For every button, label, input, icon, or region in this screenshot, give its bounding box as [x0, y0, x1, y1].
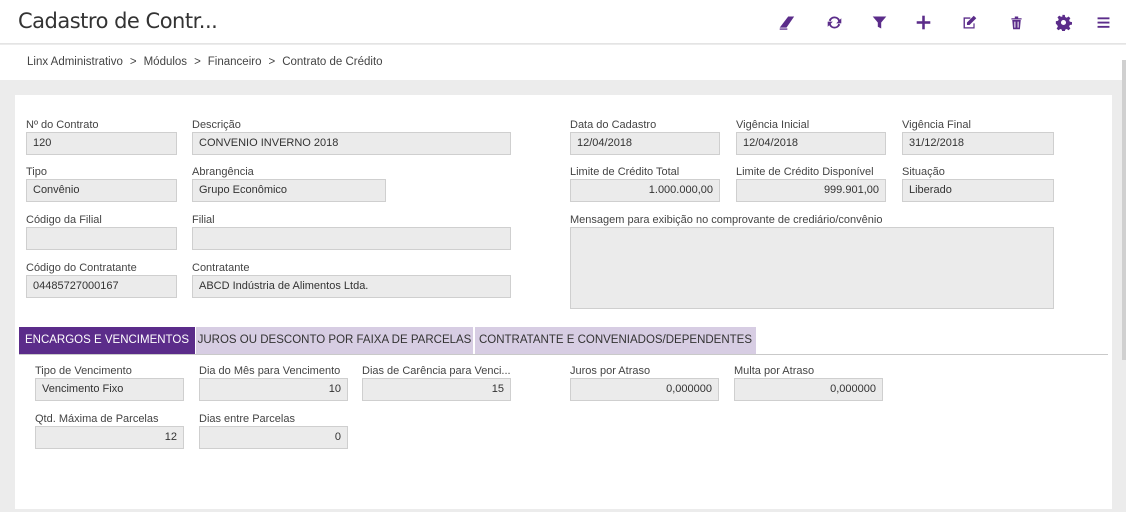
- contratante-label: Contratante: [192, 262, 250, 274]
- menu-icon[interactable]: [1088, 8, 1118, 36]
- codigo-filial-field: Código da Filial: [26, 214, 177, 250]
- tipo-vencimento-label: Tipo de Vencimento: [35, 365, 132, 377]
- filial-label: Filial: [192, 214, 215, 226]
- dias-carencia-label: Dias de Carência para Venci...: [362, 365, 511, 377]
- descricao-label: Descrição: [192, 119, 241, 131]
- breadcrumb-item-financeiro[interactable]: Financeiro: [208, 56, 262, 68]
- trash-icon[interactable]: [1001, 8, 1031, 36]
- codigo-filial-label: Código da Filial: [26, 214, 102, 226]
- codigo-contratante-label: Código do Contratante: [26, 262, 137, 274]
- tab-contratante-conveniados[interactable]: CONTRATANTE E CONVENIADOS/DEPENDENTES: [475, 327, 756, 354]
- vigencia-final-input[interactable]: 31/12/2018: [902, 132, 1054, 155]
- numero-contrato-field: Nº do Contrato 120: [26, 119, 177, 155]
- vigencia-inicial-field: Vigência Inicial 12/04/2018: [736, 119, 886, 155]
- filter-icon[interactable]: [864, 8, 894, 36]
- mensagem-field: Mensagem para exibição no comprovante de…: [570, 214, 1054, 309]
- limite-total-label: Limite de Crédito Total: [570, 166, 680, 178]
- limite-disponivel-field: Limite de Crédito Disponível 999.901,00: [736, 166, 886, 202]
- juros-atraso-input[interactable]: 0,000000: [570, 378, 719, 401]
- dias-carencia-field: Dias de Carência para Venci... 15: [362, 365, 511, 401]
- abrangencia-input[interactable]: Grupo Econômico: [192, 179, 386, 202]
- top-bar: Cadastro de Contr...: [0, 0, 1126, 44]
- filial-field: Filial: [192, 214, 511, 250]
- qtd-max-parcelas-input[interactable]: 12: [35, 426, 184, 449]
- dia-mes-input[interactable]: 10: [199, 378, 348, 401]
- filial-input[interactable]: [192, 227, 511, 250]
- edit-icon[interactable]: [954, 8, 984, 36]
- plus-icon[interactable]: [908, 8, 938, 36]
- dias-entre-parcelas-input[interactable]: 0: [199, 426, 348, 449]
- dias-entre-parcelas-label: Dias entre Parcelas: [199, 413, 295, 425]
- juros-atraso-label: Juros por Atraso: [570, 365, 651, 377]
- qtd-max-parcelas-field: Qtd. Máxima de Parcelas 12: [35, 413, 184, 449]
- vigencia-final-field: Vigência Final 31/12/2018: [902, 119, 1054, 155]
- codigo-contratante-field: Código do Contratante 04485727000167: [26, 262, 177, 298]
- abrangencia-field: Abrangência Grupo Econômico: [192, 166, 386, 202]
- breadcrumb-separator: >: [194, 56, 201, 68]
- mensagem-textarea[interactable]: [570, 227, 1054, 309]
- numero-contrato-label: Nº do Contrato: [26, 119, 99, 131]
- dias-entre-parcelas-field: Dias entre Parcelas 0: [199, 413, 348, 449]
- situacao-input[interactable]: Liberado: [902, 179, 1054, 202]
- abrangencia-label: Abrangência: [192, 166, 254, 178]
- breadcrumb: Linx Administrativo > Módulos > Financeiro > C…: [0, 45, 1126, 80]
- page-title: Cadastro de Contr...: [18, 9, 218, 33]
- dias-carencia-input[interactable]: 15: [362, 378, 511, 401]
- codigo-filial-input[interactable]: [26, 227, 177, 250]
- limite-total-input[interactable]: 1.000.000,00: [570, 179, 720, 202]
- juros-atraso-field: Juros por Atraso 0,000000: [570, 365, 719, 401]
- dia-mes-label: Dia do Mês para Vencimento: [199, 365, 341, 377]
- vigencia-inicial-label: Vigência Inicial: [736, 119, 810, 131]
- descricao-input[interactable]: CONVENIO INVERNO 2018: [192, 132, 511, 155]
- tab-juros-desconto[interactable]: JUROS OU DESCONTO POR FAIXA DE PARCELAS: [196, 327, 473, 354]
- limite-disponivel-label: Limite de Crédito Disponível: [736, 166, 874, 178]
- qtd-max-parcelas-label: Qtd. Máxima de Parcelas: [35, 413, 159, 425]
- data-cadastro-field: Data do Cadastro 12/04/2018: [570, 119, 720, 155]
- vigencia-inicial-input[interactable]: 12/04/2018: [736, 132, 886, 155]
- tipo-input[interactable]: Convênio: [26, 179, 177, 202]
- refresh-icon[interactable]: [819, 8, 849, 36]
- eraser-icon[interactable]: [771, 8, 801, 36]
- tipo-vencimento-field: Tipo de Vencimento Vencimento Fixo: [35, 365, 184, 401]
- tipo-vencimento-input[interactable]: Vencimento Fixo: [35, 378, 184, 401]
- numero-contrato-input[interactable]: 120: [26, 132, 177, 155]
- vigencia-final-label: Vigência Final: [902, 119, 971, 131]
- contratante-field: Contratante ABCD Indústria de Alimentos …: [192, 262, 511, 298]
- limite-disponivel-input[interactable]: 999.901,00: [736, 179, 886, 202]
- breadcrumb-item-modulos[interactable]: Módulos: [144, 56, 187, 68]
- data-cadastro-label: Data do Cadastro: [570, 119, 657, 131]
- tab-encargos-vencimentos[interactable]: ENCARGOS E VENCIMENTOS: [19, 327, 195, 354]
- multa-atraso-input[interactable]: 0,000000: [734, 378, 883, 401]
- mensagem-label: Mensagem para exibição no comprovante de…: [570, 214, 883, 226]
- limite-total-field: Limite de Crédito Total 1.000.000,00: [570, 166, 720, 202]
- codigo-contratante-input[interactable]: 04485727000167: [26, 275, 177, 298]
- breadcrumb-separator: >: [129, 56, 137, 68]
- situacao-label: Situação: [902, 166, 945, 178]
- form-card: Nº do Contrato 120 Descrição CONVENIO IN…: [15, 95, 1112, 509]
- tab-bar: ENCARGOS E VENCIMENTOS JUROS OU DESCONTO…: [19, 327, 1108, 355]
- breadcrumb-item-contrato: Contrato de Crédito: [282, 56, 383, 68]
- tipo-label: Tipo: [26, 166, 47, 178]
- descricao-field: Descrição CONVENIO INVERNO 2018: [192, 119, 511, 155]
- tipo-field: Tipo Convênio: [26, 166, 177, 202]
- situacao-field: Situação Liberado: [902, 166, 1054, 202]
- breadcrumb-separator: >: [268, 56, 276, 68]
- scrollbar[interactable]: [1122, 60, 1126, 360]
- multa-atraso-label: Multa por Atraso: [734, 365, 815, 377]
- gear-icon[interactable]: [1048, 8, 1078, 36]
- dia-mes-field: Dia do Mês para Vencimento 10: [199, 365, 348, 401]
- breadcrumb-item-linx[interactable]: Linx Administrativo: [27, 56, 123, 68]
- contratante-input[interactable]: ABCD Indústria de Alimentos Ltda.: [192, 275, 511, 298]
- multa-atraso-field: Multa por Atraso 0,000000: [734, 365, 883, 401]
- data-cadastro-input[interactable]: 12/04/2018: [570, 132, 720, 155]
